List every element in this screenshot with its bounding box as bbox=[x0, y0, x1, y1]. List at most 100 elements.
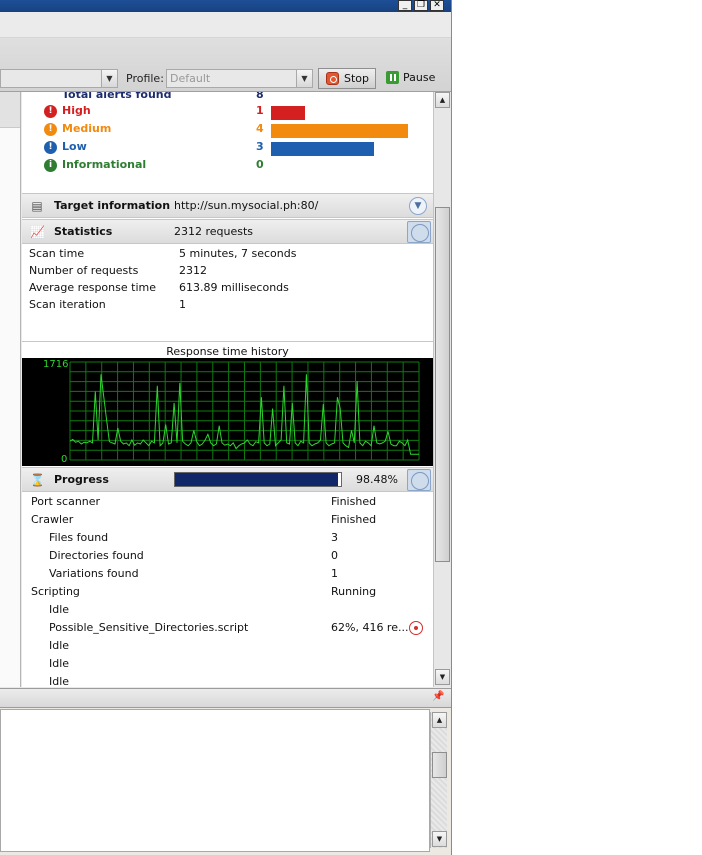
y-min-label: 0 bbox=[61, 454, 68, 465]
stop-button[interactable]: Stop bbox=[318, 68, 376, 89]
scan-target-combo[interactable]: ▼ bbox=[0, 69, 118, 88]
bottom-scroll-down-button[interactable]: ▼ bbox=[432, 831, 447, 847]
progress-row: Port scanner Finished bbox=[22, 493, 433, 511]
target-url: http://sun.mysocial.ph:80/ bbox=[174, 199, 319, 212]
progress-task-status: 3 bbox=[331, 531, 338, 544]
bottom-scroll-thumb[interactable] bbox=[432, 752, 447, 778]
hourglass-icon: ⌛ bbox=[30, 473, 45, 487]
pause-button[interactable]: Pause bbox=[384, 68, 444, 89]
progress-task-name: Variations found bbox=[49, 567, 139, 580]
alert-level-count: 1 bbox=[256, 104, 264, 117]
progress-row: Directories found 0 bbox=[22, 547, 433, 565]
statistics-row: Average response time 613.89 milliseconds bbox=[22, 280, 433, 297]
statistics-row: Number of requests 2312 bbox=[22, 263, 433, 280]
statistics-row: Scan iteration 1 bbox=[22, 297, 433, 314]
alert-level-count: 3 bbox=[256, 140, 264, 153]
chevron-down-icon: ▼ bbox=[101, 70, 117, 87]
left-pane bbox=[0, 92, 21, 687]
menu-strip bbox=[0, 12, 451, 38]
statistics-value: 5 minutes, 7 seconds bbox=[179, 247, 297, 260]
statistics-title: Statistics bbox=[54, 225, 113, 238]
bottom-scrollbar[interactable]: ▲ ▼ bbox=[430, 712, 447, 848]
total-alerts-label: Total alerts found bbox=[62, 92, 172, 101]
progress-task-name: Idle bbox=[49, 639, 70, 652]
scan-dashboard: Total alerts found 8 ! High 1! Medium 4! Low 3… bbox=[22, 92, 433, 687]
stop-script-icon[interactable] bbox=[409, 621, 423, 635]
progress-task-name: Port scanner bbox=[31, 495, 101, 508]
progress-task-status: 0 bbox=[331, 549, 338, 562]
progress-row: Variations found 1 bbox=[22, 565, 433, 583]
progress-task-name: Crawler bbox=[31, 513, 74, 526]
progress-task-status: Running bbox=[331, 585, 377, 598]
chart-icon: 📈 bbox=[30, 225, 45, 239]
statistics-value: 2312 bbox=[179, 264, 207, 277]
progress-task-status: Finished bbox=[331, 495, 377, 508]
profile-label: Profile: bbox=[126, 72, 164, 85]
alert-row-low: ! Low 3 bbox=[22, 139, 433, 157]
expand-icon[interactable]: ▼ bbox=[409, 197, 427, 215]
alert-row-high: ! High 1 bbox=[22, 103, 433, 121]
y-max-label: 1716 bbox=[43, 359, 69, 370]
chart-title: Response time history bbox=[22, 341, 433, 359]
stop-label: Stop bbox=[344, 72, 370, 85]
progress-title: Progress bbox=[54, 473, 109, 486]
progress-task-name: Directories found bbox=[49, 549, 144, 562]
collapse-icon[interactable] bbox=[407, 221, 431, 243]
profile-value: Default bbox=[170, 72, 211, 85]
scroll-thumb[interactable] bbox=[435, 207, 450, 562]
alert-level-label: High bbox=[62, 104, 91, 117]
scroll-down-button[interactable]: ▼ bbox=[435, 669, 450, 685]
alert-level-label: Low bbox=[62, 140, 87, 153]
collapse-icon[interactable] bbox=[407, 469, 431, 491]
pause-icon bbox=[386, 71, 399, 84]
progress-task-name: Files found bbox=[49, 531, 109, 544]
pause-label: Pause bbox=[403, 71, 436, 84]
alert-level-label: Medium bbox=[62, 122, 112, 135]
statistics-key: Scan time bbox=[29, 247, 85, 260]
progress-header[interactable]: ⌛ Progress 98.48% bbox=[22, 467, 433, 492]
progress-task-name: Scripting bbox=[31, 585, 80, 598]
statistics-key: Average response time bbox=[29, 281, 156, 294]
pin-icon[interactable]: 📌 bbox=[432, 691, 444, 703]
bottom-scroll-up-button[interactable]: ▲ bbox=[432, 712, 447, 728]
progress-row: Files found 3 bbox=[22, 529, 433, 547]
statistics-value: 1 bbox=[179, 298, 186, 311]
progress-row: Idle bbox=[22, 673, 433, 687]
restore-button[interactable]: ❐ bbox=[414, 0, 428, 11]
profile-select[interactable]: Default ▼ bbox=[166, 69, 313, 88]
alert-level-bar bbox=[271, 142, 374, 156]
medium-alert-icon: ! bbox=[44, 123, 57, 136]
statistics-value: 613.89 milliseconds bbox=[179, 281, 289, 294]
total-alerts-value: 8 bbox=[256, 92, 264, 101]
alert-level-bar bbox=[271, 124, 408, 138]
alert-level-count: 4 bbox=[256, 122, 264, 135]
scroll-up-button[interactable]: ▲ bbox=[435, 92, 450, 108]
progress-task-name: Idle bbox=[49, 603, 70, 616]
bottom-panel bbox=[0, 709, 430, 852]
bottom-panel-header bbox=[0, 688, 451, 708]
progress-task-name: Idle bbox=[49, 675, 70, 687]
statistics-summary: 2312 requests bbox=[174, 225, 254, 238]
statistics-header[interactable]: 📈 Statistics 2312 requests bbox=[22, 219, 433, 244]
progress-task-name: Idle bbox=[49, 657, 70, 670]
alert-row-informational: i Informational 0 bbox=[22, 157, 433, 175]
vertical-scrollbar[interactable]: ▲ ▼ bbox=[433, 92, 451, 687]
target-info-header[interactable]: ▤ Target information http://sun.mysocial… bbox=[22, 193, 433, 218]
alert-row-medium: ! Medium 4 bbox=[22, 121, 433, 139]
progress-task-status: 1 bbox=[331, 567, 338, 580]
progress-fill bbox=[175, 473, 339, 486]
info-alert-icon: i bbox=[44, 159, 57, 172]
high-alert-icon: ! bbox=[44, 105, 57, 118]
alert-level-count: 0 bbox=[256, 158, 264, 171]
chart-plot bbox=[69, 361, 420, 461]
close-button[interactable]: ✕ bbox=[430, 0, 444, 11]
progress-row: Idle bbox=[22, 637, 433, 655]
statistics-row: Scan time 5 minutes, 7 seconds bbox=[22, 246, 433, 263]
progress-row: Possible_Sensitive_Directories.script 62%… bbox=[22, 619, 433, 637]
target-info-title: Target information bbox=[54, 199, 171, 212]
progress-row: Crawler Finished bbox=[22, 511, 433, 529]
progress-row: Idle bbox=[22, 655, 433, 673]
left-pane-header bbox=[0, 92, 20, 128]
progress-row: Scripting Running bbox=[22, 583, 433, 601]
minimize-button[interactable]: _ bbox=[398, 0, 412, 11]
